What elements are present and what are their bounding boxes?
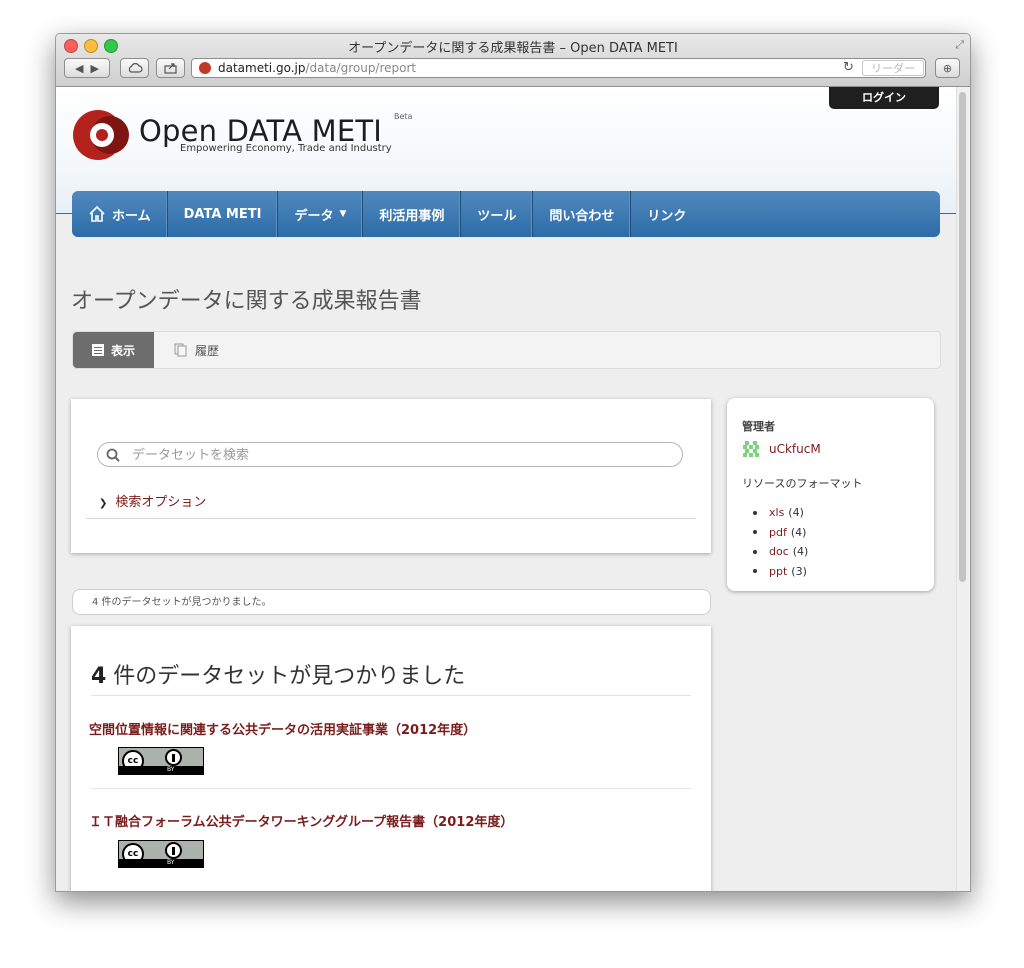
avatar	[742, 440, 760, 458]
logo-beta-label: Beta	[394, 112, 413, 121]
format-item: pdf (4)	[753, 523, 808, 543]
format-link[interactable]: doc	[769, 545, 789, 558]
view-tabs: 表示 履歴	[72, 331, 941, 369]
results-panel: 4 件のデータセットが見つかりました 空間位置情報に関連する公共データの活用実証…	[71, 626, 711, 891]
tab-view[interactable]: 表示	[73, 332, 154, 368]
formats-heading: リソースのフォーマット	[742, 477, 863, 490]
chevron-down-icon: ❯	[99, 498, 108, 509]
divider	[91, 695, 691, 696]
page-title: オープンデータに関する成果報告書	[71, 289, 422, 314]
window-title: オープンデータに関する成果報告書 – Open DATA METI	[348, 41, 678, 56]
tab-label: 表示	[110, 343, 135, 358]
reader-button[interactable]: リーダー	[862, 60, 924, 76]
share-button[interactable]	[156, 58, 185, 78]
nav-item-use-cases[interactable]: 利活用事例	[363, 191, 462, 237]
download-icon[interactable]: ⊕	[943, 62, 952, 75]
nav-item-label: DATA METI	[183, 206, 262, 222]
fullscreen-icon[interactable]: ⤢	[955, 38, 964, 52]
nav-item-contact[interactable]: 問い合わせ	[533, 191, 632, 237]
url-text[interactable]: datameti.go.jp/data/group/report	[218, 61, 416, 75]
scrollbar-thumb[interactable]	[959, 92, 966, 582]
site-favicon	[199, 62, 211, 74]
by-label: BY	[167, 859, 175, 866]
address-bar[interactable]: datameti.go.jp/data/group/report ↻ リーダー	[191, 58, 926, 78]
format-count: (4)	[788, 506, 804, 520]
downloads-button[interactable]: ⊕	[935, 58, 960, 78]
format-count: (4)	[792, 545, 809, 559]
admin-name[interactable]: uCkfucM	[769, 442, 821, 456]
results-heading-text: 件のデータセットが見つかりました	[106, 664, 466, 689]
results-count: 4	[91, 664, 107, 689]
nav-item-label: ホーム	[112, 208, 151, 224]
dataset-title-link[interactable]: 空間位置情報に関連する公共データの活用実証事業（2012年度）	[89, 719, 476, 738]
nav-item-data-meti[interactable]: DATA METI	[168, 191, 279, 237]
divider	[91, 788, 691, 789]
format-item: xls (4)	[753, 503, 808, 523]
tab-label: 履歴	[195, 343, 220, 358]
title-bar: オープンデータに関する成果報告書 – Open DATA METI ⤢ ◀ ▶ …	[56, 34, 970, 87]
format-item: doc (4)	[753, 542, 808, 562]
back-forward-buttons[interactable]: ◀ ▶	[64, 58, 110, 78]
attribution-icon	[165, 842, 182, 859]
nav-item-data[interactable]: データ ▼	[278, 191, 364, 237]
search-panel: ❯ 検索オプション	[71, 399, 711, 553]
attribution-icon	[165, 749, 182, 766]
logo-tagline: Empowering Economy, Trade and Industry	[180, 143, 392, 154]
badge-strip	[119, 766, 203, 774]
by-label: BY	[167, 766, 175, 773]
format-link[interactable]: xls	[769, 506, 784, 519]
reload-icon[interactable]: ↻	[843, 60, 854, 75]
cloud-icon	[128, 63, 143, 73]
divider	[86, 518, 696, 519]
badge-strip	[119, 859, 203, 867]
share-icon	[163, 63, 177, 74]
admin-heading: 管理者	[742, 420, 775, 433]
nav-item-label: 問い合わせ	[549, 208, 615, 224]
main-nav: ホーム DATA METI データ ▼ 利活用事例 ツール 問い合わせ リンク	[72, 191, 940, 237]
back-icon[interactable]: ◀	[75, 62, 83, 75]
admin-user[interactable]: uCkfucM	[742, 440, 821, 458]
results-heading: 4 件のデータセットが見つかりました	[91, 658, 465, 690]
search-icon	[106, 448, 120, 462]
nav-item-label: 利活用事例	[379, 208, 445, 224]
tab-history[interactable]: 履歴	[174, 332, 219, 368]
history-icon	[174, 343, 187, 357]
sidebar: 管理者 uCkfucM リソースのフォーマット xls (4) pdf (4) do…	[727, 398, 934, 591]
format-link[interactable]: ppt	[769, 565, 787, 578]
nav-item-tools[interactable]: ツール	[461, 191, 534, 237]
cc-by-license-badge[interactable]: cc BY	[118, 747, 204, 775]
forward-icon[interactable]: ▶	[91, 62, 99, 75]
format-link[interactable]: pdf	[769, 526, 787, 539]
nav-item-label: リンク	[647, 208, 687, 224]
caret-down-icon: ▼	[339, 209, 347, 219]
format-list: xls (4) pdf (4) doc (4) ppt (3)	[753, 503, 808, 581]
url-path: /data/group/report	[305, 61, 417, 75]
nav-item-links[interactable]: リンク	[631, 191, 702, 237]
search-options-toggle[interactable]: ❯ 検索オプション	[99, 491, 206, 510]
search-options-label: 検索オプション	[115, 495, 207, 510]
home-icon	[89, 205, 105, 222]
format-count: (3)	[791, 564, 807, 578]
page-viewport: ログイン Open DATA METI Beta Empowering Econ…	[56, 87, 970, 891]
results-count-bar: 4 件のデータセットが見つかりました。	[72, 589, 711, 615]
nav-item-label: ツール	[477, 208, 517, 224]
browser-window: オープンデータに関する成果報告書 – Open DATA METI ⤢ ◀ ▶ …	[55, 33, 971, 892]
format-count: (4)	[790, 525, 807, 539]
nav-item-home[interactable]: ホーム	[72, 191, 168, 237]
login-button[interactable]: ログイン	[829, 87, 939, 109]
format-item: ppt (3)	[753, 562, 808, 582]
url-host: datameti.go.jp	[218, 61, 306, 75]
dataset-title-link[interactable]: ＩＴ融合フォーラム公共データワーキンググループ報告書（2012年度）	[89, 811, 513, 830]
cc-by-license-badge[interactable]: cc BY	[118, 840, 204, 868]
nav-item-label: データ	[294, 208, 334, 224]
search-field[interactable]	[97, 442, 683, 467]
list-icon	[91, 344, 104, 356]
icloud-tabs-button[interactable]	[120, 58, 149, 78]
search-input[interactable]	[130, 445, 674, 466]
logo-mark-icon[interactable]	[72, 107, 136, 163]
